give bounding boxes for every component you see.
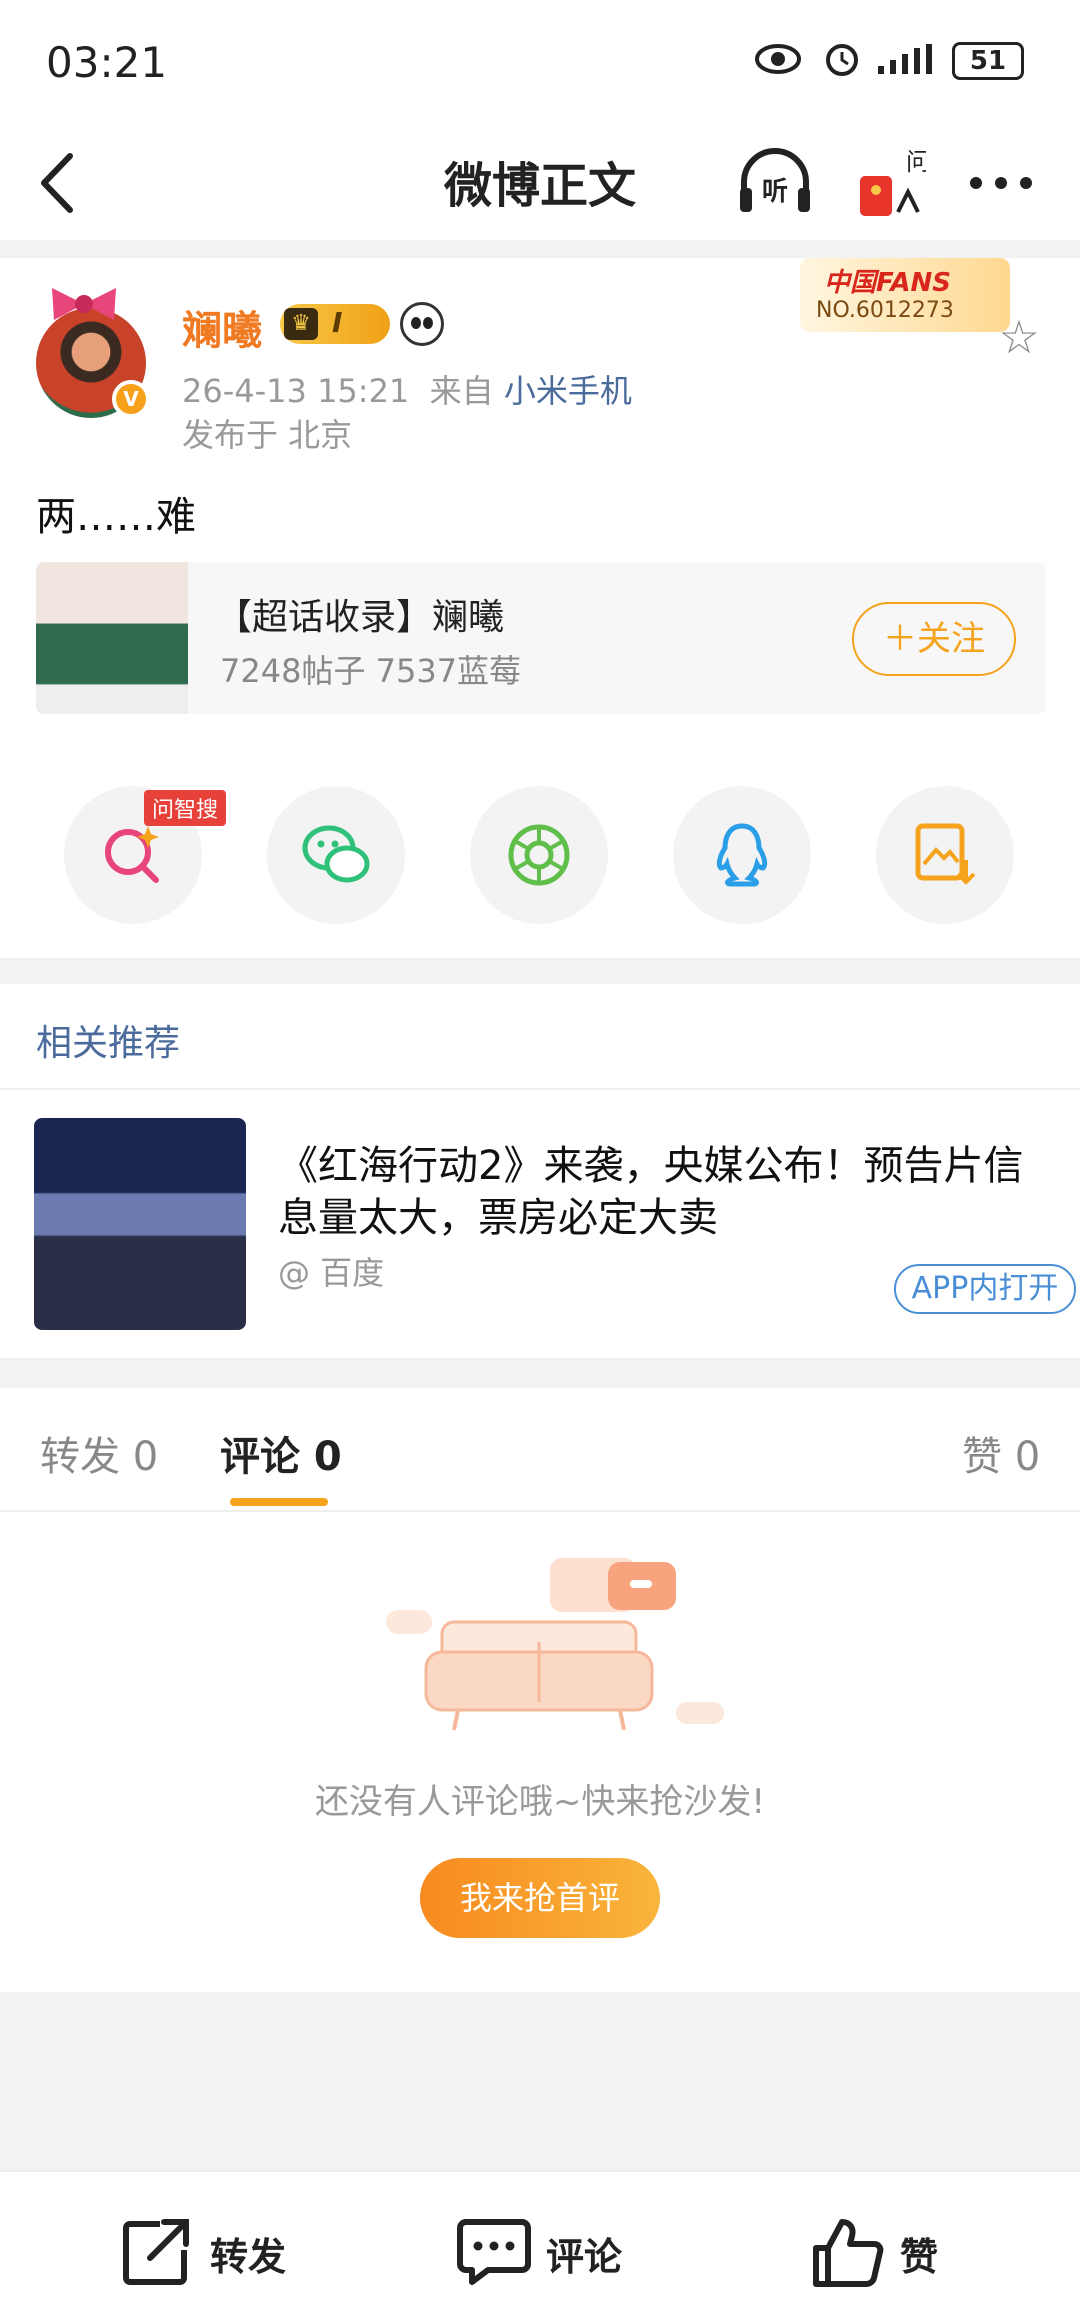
ask-redpacket-icon[interactable]: 问 — [856, 146, 926, 220]
comment-bubble-icon — [457, 2219, 531, 2285]
tab-comment[interactable]: 评论 0 — [220, 1424, 342, 1482]
top-nav-bar: 微博正文 听 问 — [0, 126, 1080, 240]
share-wechat[interactable] — [267, 786, 405, 924]
username[interactable]: 斓曦 — [182, 298, 262, 356]
alarm-icon — [826, 44, 858, 76]
post-location: 发布于 北京 — [182, 416, 353, 454]
panda-icon — [400, 302, 444, 346]
crown-icon: ♛ — [284, 308, 318, 340]
signal-icon — [878, 44, 932, 74]
first-comment-button[interactable]: 我来抢首评 — [420, 1858, 660, 1938]
repost-label: 转发 — [210, 2235, 287, 2279]
super-topic-card[interactable]: 【超话收录】斓曦 7248帖子 7537蓝莓 ＋关注 — [36, 562, 1046, 714]
verified-badge: V — [112, 380, 150, 418]
tab-like[interactable]: 赞 0 — [962, 1424, 1040, 1482]
comment-button[interactable]: 评论 — [456, 2216, 656, 2286]
fans-badge-number: NO.6012273 — [816, 298, 954, 323]
bow-decoration-icon — [52, 288, 116, 320]
post-timestamp: 26-4-13 15:21 — [182, 372, 410, 410]
empty-message: 还没有人评论哦~快来抢沙发! — [314, 1782, 766, 1822]
related-header: 相关推荐 — [36, 1023, 181, 1064]
sofa-illustration-icon — [386, 1558, 724, 1731]
qq-icon — [716, 823, 768, 887]
fans-badge-title: 中国FANS — [824, 268, 952, 298]
share-moments[interactable] — [470, 786, 608, 924]
open-in-app-button[interactable]: APP内打开 — [894, 1264, 1076, 1314]
related-recommendations: 相关推荐 《红海行动2》来袭，央媒公布！预告片信息量太大，票房必定大卖 @ 百度… — [0, 984, 1080, 1358]
topic-thumbnail — [36, 562, 188, 714]
active-tab-indicator — [230, 1498, 328, 1506]
share-qq[interactable] — [673, 786, 811, 924]
ai-search-icon — [105, 826, 159, 883]
like-button[interactable]: 赞 — [810, 2216, 970, 2287]
topic-stats: 7248帖子 7537蓝莓 — [220, 652, 522, 690]
china-fans-badge[interactable]: 中国FANS NO.6012273 — [800, 258, 1010, 332]
wechat-icon — [302, 825, 370, 883]
level-number: I — [332, 306, 343, 339]
post-source[interactable]: 小米手机 — [504, 372, 632, 410]
related-source: @ 百度 — [278, 1254, 385, 1292]
repost-button[interactable]: 转发 — [120, 2216, 320, 2286]
like-label: 赞 — [900, 2235, 939, 2279]
moments-icon — [508, 824, 570, 886]
source-prefix: 来自 — [429, 372, 494, 410]
empty-comments: 还没有人评论哦~快来抢沙发! 我来抢首评 — [0, 1512, 1080, 1992]
post-text: 两……难 — [36, 494, 196, 540]
comment-label: 评论 — [546, 2235, 623, 2279]
svg-text:听: 听 — [762, 177, 788, 207]
tab-repost[interactable]: 转发 0 — [40, 1424, 158, 1482]
listen-headphones-icon[interactable]: 听 — [736, 148, 814, 218]
star-icon[interactable]: ☆ — [994, 312, 1044, 362]
svg-text:问: 问 — [906, 148, 926, 176]
ai-search-tag: 问智搜 — [144, 790, 227, 826]
status-bar: 03:21 51 — [0, 0, 1080, 126]
topic-name: 【超话收录】斓曦 — [216, 597, 505, 638]
bottom-action-bar: 转发 评论 赞 — [0, 2170, 1080, 2324]
share-save-image[interactable] — [876, 786, 1014, 924]
battery-indicator: 51 — [952, 42, 1024, 80]
save-image-icon — [915, 823, 976, 885]
related-thumbnail[interactable] — [34, 1118, 246, 1330]
status-time: 03:21 — [46, 38, 168, 87]
divider — [0, 1088, 1080, 1090]
repost-icon — [123, 2219, 189, 2285]
post-meta: 26-4-13 15:21 来自 小米手机 — [182, 366, 632, 412]
more-options-icon[interactable] — [968, 170, 1034, 196]
follow-button[interactable]: ＋关注 — [852, 602, 1016, 676]
interaction-tabs: 转发 0 评论 0 赞 0 — [0, 1388, 1080, 1512]
post-card: V 斓曦 ♛ I 中国FANS NO.6012273 ☆ 26-4-13 15:… — [0, 258, 1080, 958]
related-title[interactable]: 《红海行动2》来袭，央媒公布！预告片信息量太大，票房必定大卖 — [278, 1140, 1058, 1244]
eye-icon — [755, 44, 801, 74]
thumbs-up-icon — [813, 2219, 884, 2287]
level-badge: ♛ I — [280, 304, 390, 344]
